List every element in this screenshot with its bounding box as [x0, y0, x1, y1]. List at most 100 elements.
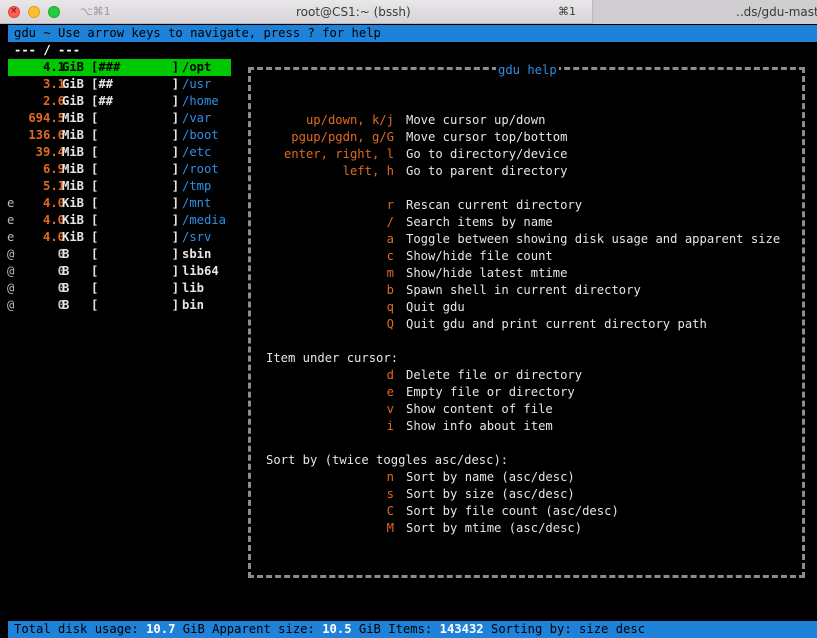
file-name: sbin: [182, 247, 212, 261]
apparent-size-label: Apparent size:: [212, 622, 323, 636]
help-key: left, h: [342, 164, 394, 178]
usage-bar: [ ]: [91, 298, 180, 312]
help-key: pgup/pgdn, g/G: [291, 130, 394, 144]
help-description: Show content of file: [406, 402, 553, 416]
usage-bar: [ ]: [91, 213, 180, 227]
file-row[interactable]: 3.1 GiB [## ]/usr: [8, 76, 231, 93]
usage-bar: [ ]: [91, 264, 180, 278]
file-size: 6.9: [42, 162, 65, 176]
zoom-window-button[interactable]: [48, 6, 60, 18]
file-size: 0: [57, 247, 65, 261]
help-description: Go to parent directory: [406, 164, 568, 178]
help-key: e: [386, 385, 394, 399]
file-list[interactable]: 4.1 GiB [### ]/opt 3.1 GiB [## ]/usr 2.6 GiB [##…: [7, 59, 231, 314]
usage-bar: [ ]: [91, 230, 180, 244]
file-name: /var: [182, 111, 212, 125]
file-row[interactable]: @0 B[ ] lib64: [7, 263, 231, 280]
help-description: Go to directory/device: [406, 147, 568, 161]
help-key: C: [386, 504, 394, 518]
help-description: Spawn shell in current directory: [406, 283, 641, 297]
file-size: 4.0: [42, 213, 65, 227]
file-name: /usr: [182, 77, 212, 91]
file-size-unit: GiB: [62, 94, 85, 108]
total-disk-usage-value: 10.7: [146, 622, 176, 636]
minimize-window-button[interactable]: [28, 6, 40, 18]
file-row[interactable]: 694.5 MiB [ ]/var: [8, 110, 231, 127]
file-size: 0: [57, 281, 65, 295]
window-titlebar: × ⌥⌘1 root@CS1:~ (bssh) ⌘1 ..ds/gdu-mast…: [0, 0, 817, 24]
file-name: /mnt: [182, 196, 212, 210]
help-key: n: [386, 470, 394, 484]
usage-bar: [ ]: [91, 247, 180, 261]
help-key: s: [386, 487, 394, 501]
window-title: root@CS1:~ (bssh): [296, 5, 411, 19]
help-key: m: [386, 266, 394, 280]
current-path: --- / ---: [14, 43, 81, 57]
file-size-unit: B: [62, 264, 70, 278]
file-row[interactable]: 6.9 MiB [ ]/root: [8, 161, 231, 178]
usage-bar: [ ]: [91, 111, 180, 125]
help-description: Search items by name: [406, 215, 553, 229]
file-row[interactable]: 4.1 GiB [### ]/opt: [8, 59, 231, 76]
help-key: Q: [386, 317, 394, 331]
file-size-unit: GiB: [62, 60, 85, 74]
file-size: 4.0: [42, 196, 65, 210]
file-size-unit: KiB: [62, 213, 85, 227]
file-size-unit: B: [62, 247, 70, 261]
help-description: Empty file or directory: [406, 385, 575, 399]
file-name: lib: [182, 281, 205, 295]
help-description: Quit gdu: [406, 300, 465, 314]
file-size: 4.0: [42, 230, 65, 244]
help-section-sort-heading: Sort by (twice toggles asc/desc):: [266, 453, 509, 467]
file-name: /opt: [182, 60, 212, 74]
file-name: /home: [182, 94, 219, 108]
file-row[interactable]: 2.6 GiB [## ]/home: [8, 93, 231, 110]
help-key: r: [386, 198, 394, 212]
close-icon: ×: [10, 6, 18, 16]
file-size: 4.1: [42, 60, 65, 74]
help-description: Sort by file count (asc/desc): [406, 504, 619, 518]
tab-gdu-master-title: ..ds/gdu-maste: [736, 5, 817, 19]
help-key: q: [386, 300, 394, 314]
file-name: bin: [182, 298, 205, 312]
window-shortcut: ⌥⌘1: [80, 5, 111, 18]
usage-bar: [ ]: [91, 281, 180, 295]
help-key: c: [386, 249, 394, 263]
file-name: /root: [182, 162, 219, 176]
file-row[interactable]: e 4.0 KiB[ ]/media: [7, 212, 231, 229]
file-row[interactable]: 5.1 MiB [ ]/tmp: [8, 178, 231, 195]
file-row[interactable]: @0 B[ ] lib: [7, 280, 231, 297]
file-name: /media: [182, 213, 227, 227]
total-disk-usage-label: Total disk usage:: [14, 622, 147, 636]
close-window-button[interactable]: ×: [8, 6, 20, 18]
help-key: d: [386, 368, 394, 382]
help-description: Rescan current directory: [406, 198, 583, 212]
file-row[interactable]: 136.6 MiB [ ]/boot: [8, 127, 231, 144]
file-row[interactable]: e 4.0 KiB[ ]/srv: [7, 229, 231, 246]
usage-bar: [ ]: [91, 128, 180, 142]
usage-bar: [ ]: [91, 162, 180, 176]
usage-bar: [ ]: [91, 179, 180, 193]
file-size: 5.1: [42, 179, 65, 193]
help-key: up/down, k/j: [305, 113, 394, 127]
file-size-unit: B: [62, 281, 70, 295]
file-name: /srv: [182, 230, 212, 244]
usage-bar: [ ]: [91, 196, 180, 210]
file-row[interactable]: @0 B[ ] sbin: [7, 246, 231, 263]
help-description: Move cursor top/bottom: [406, 130, 568, 144]
file-row[interactable]: 39.4 MiB [ ]/etc: [8, 144, 231, 161]
help-description: Show info about item: [406, 419, 553, 433]
file-name: /etc: [182, 145, 212, 159]
file-name: /boot: [182, 128, 219, 142]
file-name: /tmp: [182, 179, 212, 193]
help-key: enter, right, l: [283, 147, 394, 161]
file-size-unit: MiB: [62, 179, 85, 193]
file-row[interactable]: @0 B[ ] bin: [7, 297, 231, 314]
help-title: gdu help: [496, 63, 559, 77]
help-key: b: [386, 283, 394, 297]
help-description: Show/hide file count: [406, 249, 553, 263]
help-description: Sort by mtime (asc/desc): [406, 521, 583, 535]
help-key: a: [386, 232, 394, 246]
file-size: 3.1: [42, 77, 65, 91]
file-row[interactable]: e 4.0 KiB[ ]/mnt: [7, 195, 231, 212]
